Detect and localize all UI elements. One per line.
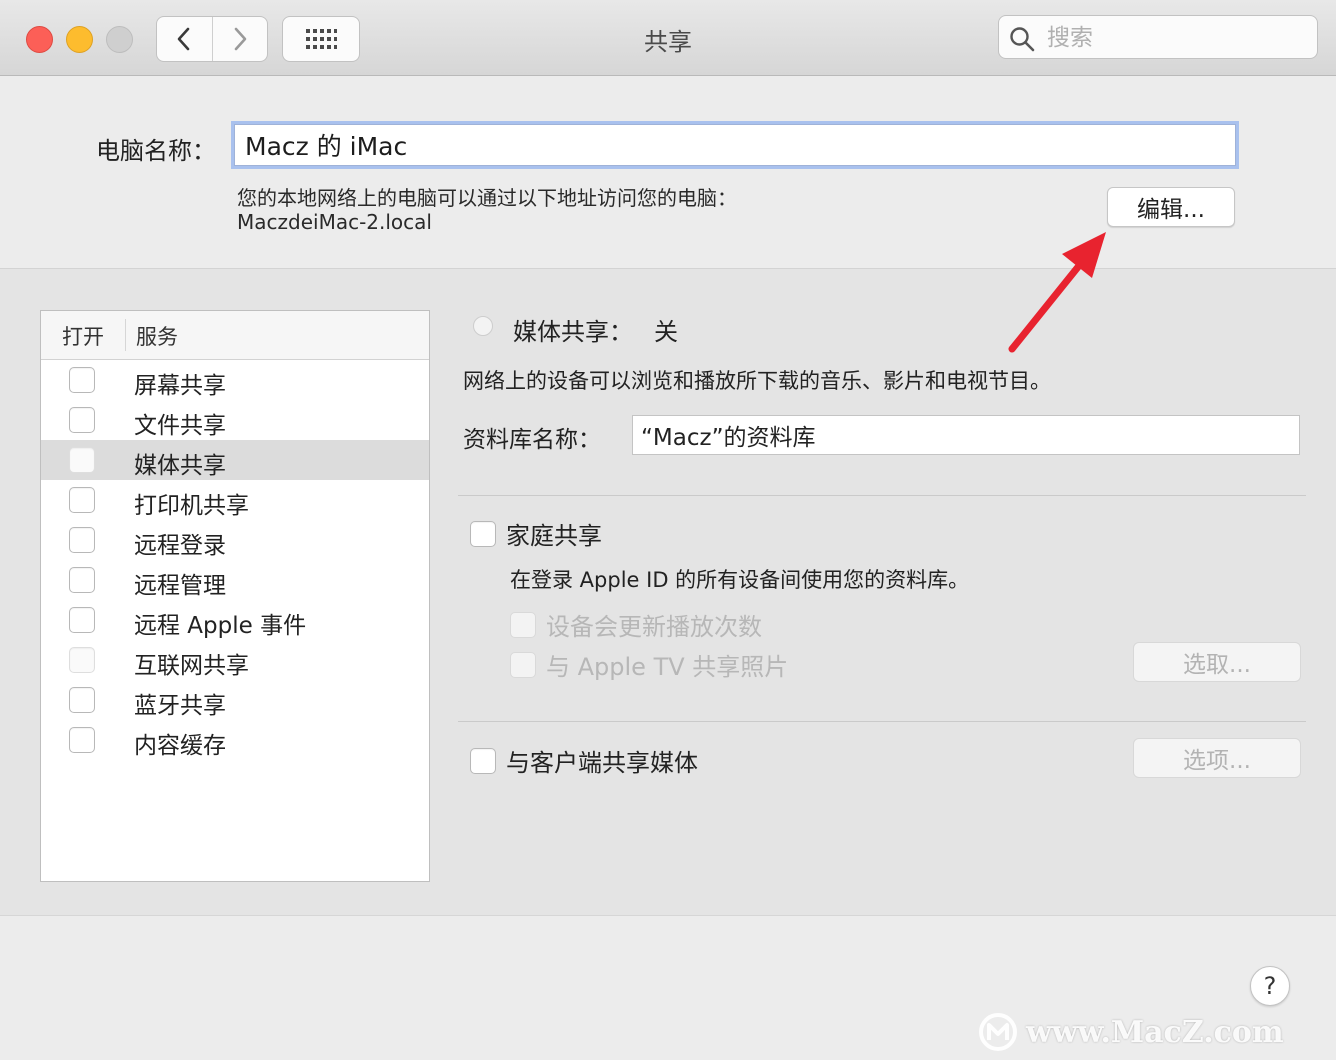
share-photos-label: 与 Apple TV 共享照片: [546, 653, 789, 681]
status-indicator: [473, 316, 493, 336]
window-titlebar: 共享: [0, 0, 1336, 76]
service-list[interactable]: 打开 服务 屏幕共享 文件共享 媒体共享 打印机共享 远程登录 远程管理 远程 …: [40, 310, 430, 882]
library-name-input[interactable]: [632, 415, 1300, 455]
service-label: 互联网共享: [134, 653, 249, 679]
library-name-label: 资料库名称：: [463, 427, 601, 453]
share-with-clients-checkbox[interactable]: [470, 747, 496, 774]
media-sharing-title: 媒体共享：: [513, 318, 633, 346]
service-row-content-caching[interactable]: 内容缓存: [41, 720, 429, 760]
service-checkbox[interactable]: [69, 687, 95, 713]
computer-name-label: 电脑名称：: [96, 137, 216, 165]
help-button[interactable]: ?: [1250, 966, 1290, 1006]
computer-name-input[interactable]: [234, 124, 1236, 166]
home-sharing-label: 家庭共享: [506, 522, 602, 550]
service-label: 打印机共享: [134, 493, 249, 519]
options-button[interactable]: 选项...: [1133, 738, 1301, 778]
service-checkbox[interactable]: [69, 527, 95, 553]
service-checkbox[interactable]: [69, 607, 95, 633]
service-row-remote-apple-events[interactable]: 远程 Apple 事件: [41, 600, 429, 640]
service-label: 媒体共享: [134, 453, 226, 479]
media-sharing-state: 关: [654, 318, 678, 346]
service-label: 蓝牙共享: [134, 693, 226, 719]
column-header-on[interactable]: 打开: [62, 321, 104, 351]
edit-button[interactable]: 编辑...: [1107, 187, 1235, 227]
column-separator: [125, 319, 126, 351]
home-sharing-description: 在登录 Apple ID 的所有设备间使用您的资料库。: [510, 568, 970, 592]
column-header-service[interactable]: 服务: [136, 321, 178, 351]
service-row-internet-sharing[interactable]: 互联网共享: [41, 640, 429, 680]
service-checkbox[interactable]: [69, 647, 95, 673]
update-play-counts-label: 设备会更新播放次数: [546, 613, 762, 641]
search-input[interactable]: [1045, 22, 1309, 54]
service-label: 远程登录: [134, 533, 226, 559]
media-sharing-description: 网络上的设备可以浏览和播放所下载的音乐、影片和电视节目。: [463, 369, 1051, 393]
section-divider: [458, 495, 1306, 496]
service-row-media-sharing[interactable]: 媒体共享: [41, 440, 429, 480]
service-row-screen-sharing[interactable]: 屏幕共享: [41, 360, 429, 400]
service-label: 文件共享: [134, 413, 226, 439]
service-label: 屏幕共享: [134, 373, 226, 399]
service-checkbox[interactable]: [69, 567, 95, 593]
service-checkbox[interactable]: [69, 487, 95, 513]
update-play-counts-option[interactable]: 设备会更新播放次数: [510, 607, 762, 642]
service-checkbox[interactable]: [69, 407, 95, 433]
service-label: 远程 Apple 事件: [134, 613, 307, 639]
service-checkbox[interactable]: [69, 447, 95, 473]
home-sharing-option[interactable]: 家庭共享: [470, 516, 602, 551]
service-label: 内容缓存: [134, 733, 226, 759]
service-checkbox[interactable]: [69, 367, 95, 393]
share-with-clients-label: 与客户端共享媒体: [506, 749, 698, 777]
share-photos-checkbox[interactable]: [510, 651, 536, 678]
service-row-remote-login[interactable]: 远程登录: [41, 520, 429, 560]
macz-logo-icon: [979, 1013, 1017, 1051]
address-description: 您的本地网络上的电脑可以通过以下地址访问您的电脑：: [237, 186, 737, 210]
service-list-header: 打开 服务: [41, 311, 429, 360]
choose-button[interactable]: 选取...: [1133, 642, 1301, 682]
magnifier-icon: [1010, 27, 1035, 52]
home-sharing-checkbox[interactable]: [470, 520, 496, 547]
service-row-printer-sharing[interactable]: 打印机共享: [41, 480, 429, 520]
service-row-bluetooth-sharing[interactable]: 蓝牙共享: [41, 680, 429, 720]
local-address: MaczdeiMac-2.local: [237, 210, 432, 234]
share-with-clients-option[interactable]: 与客户端共享媒体: [470, 743, 698, 778]
service-label: 远程管理: [134, 573, 226, 599]
section-divider: [458, 721, 1306, 722]
service-row-file-sharing[interactable]: 文件共享: [41, 400, 429, 440]
search-field[interactable]: [998, 15, 1318, 59]
update-play-counts-checkbox[interactable]: [510, 611, 536, 638]
share-photos-option[interactable]: 与 Apple TV 共享照片: [510, 647, 788, 682]
service-row-remote-management[interactable]: 远程管理: [41, 560, 429, 600]
service-checkbox[interactable]: [69, 727, 95, 753]
watermark-text: www.MacZ.com: [1026, 1014, 1284, 1050]
watermark: www.MacZ.com: [978, 1012, 1284, 1052]
